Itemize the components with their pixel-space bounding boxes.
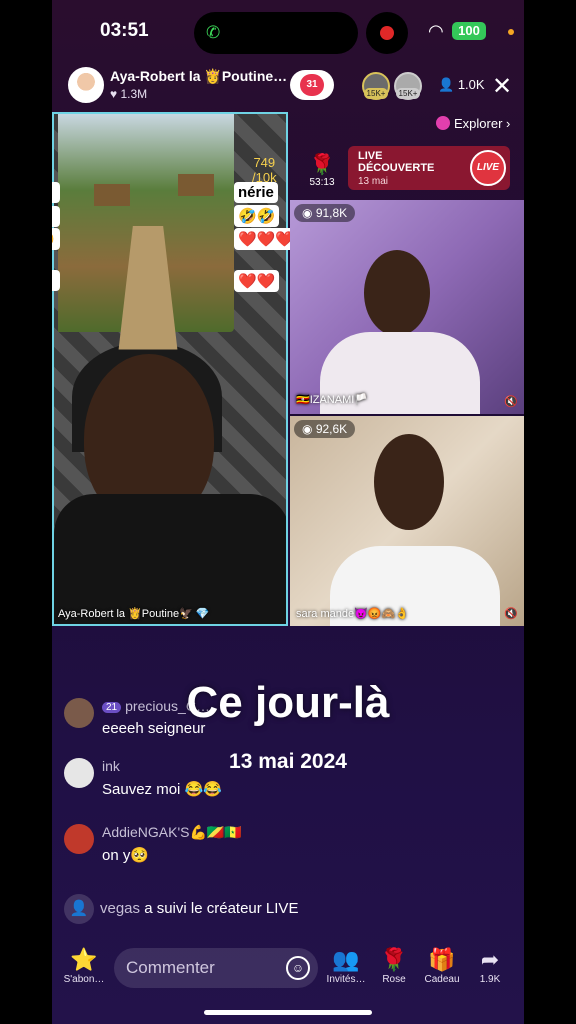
live-discovery-card[interactable]: LIVE DÉCOUVERTE 13 mai LIVE <box>348 146 510 190</box>
video-tile-guest-2[interactable]: ◉ 92,6K sara mande😈😡🙈👌 🔇 <box>290 416 524 626</box>
comment-field[interactable]: ☺ <box>114 948 318 988</box>
guest-1-label: 🇺🇬IZANAMI🏳️ <box>296 394 369 406</box>
follow-user: vegas <box>100 899 141 917</box>
privacy-dot <box>508 29 514 35</box>
gift-button[interactable]: 🎁 Cadeau <box>420 946 464 985</box>
battery-indicator: 100 <box>452 22 486 40</box>
recording-indicator <box>366 12 408 54</box>
host-avatar[interactable] <box>68 67 104 103</box>
live-screen: 03:51 ✆ ◠ 100 Aya-Robert la 👸Poutine… ♥ … <box>52 0 524 1024</box>
chat-text: on y🥺 <box>102 847 150 864</box>
host-name: Aya-Robert la 👸Poutine… <box>110 68 288 84</box>
overlay-title: Ce jour-là <box>186 678 390 727</box>
chat-text: Sauvez moi 😂😂 <box>102 781 222 798</box>
letterbox-left <box>0 0 52 1024</box>
guest-2-label: sara mande😈😡🙈👌 <box>296 608 409 620</box>
host-tile-label: Aya-Robert la 👸Poutine🦅 💎 <box>58 608 210 620</box>
top-viewer-badge-1: 15K+ <box>364 88 388 99</box>
overlay-text-6: 🤣🤣 <box>234 205 280 227</box>
rose-button[interactable]: 🌹 Rose <box>372 946 416 985</box>
overlay-text-1: F <box>52 182 60 203</box>
gift-goal-count[interactable]: 749 /10k <box>252 155 277 185</box>
chat-message[interactable]: AddieNGAK'S💪🇨🇬🇸🇳 on y🥺 <box>64 824 504 868</box>
chat-username: AddieNGAK'S💪🇨🇬🇸🇳 <box>102 824 242 840</box>
guest-2-viewers: ◉ 92,6K <box>294 420 356 438</box>
eye-icon: ◉ <box>302 422 316 436</box>
home-indicator[interactable] <box>204 1010 372 1015</box>
explore-icon <box>436 116 450 130</box>
letterbox-right <box>524 0 576 1024</box>
live-card-date: 13 mai <box>358 176 389 187</box>
comment-input[interactable] <box>126 948 276 988</box>
invite-button[interactable]: 👥 Invités… <box>324 946 368 985</box>
close-icon[interactable]: ✕ <box>492 72 512 101</box>
overlay-text-8: ❤️❤️ <box>234 270 280 292</box>
share-icon: ➦ <box>480 947 500 972</box>
guest-video-2 <box>374 434 444 530</box>
live-badge-icon: LIVE <box>470 150 506 186</box>
explorer-link[interactable]: Explorer › <box>436 116 510 131</box>
gift-icon: 🎁 <box>428 947 456 972</box>
overlay-date: 13 mai 2024 <box>229 750 347 773</box>
follow-button[interactable]: 31 <box>290 70 334 100</box>
person-icon: 👤 <box>438 77 458 92</box>
eye-icon: ◉ <box>302 206 316 220</box>
live-card-title: LIVE DÉCOUVERTE <box>358 150 435 174</box>
emoji-icon[interactable]: ☺ <box>286 956 310 980</box>
record-dot-icon <box>380 26 394 40</box>
bottom-bar: ⭐S'abon… ☺ 👥Invités… 🌹Rose 🎁Cadeau ➦1.9K <box>52 944 524 994</box>
overlay-text-2: d' <box>52 206 60 227</box>
dynamic-island: ✆ <box>194 12 358 54</box>
overlay-text-4: p <box>52 270 60 291</box>
share-button[interactable]: ➦ 1.9K <box>468 946 512 985</box>
status-time: 03:51 <box>100 20 149 41</box>
top-viewer-badge-2: 15K+ <box>396 88 420 99</box>
status-bar: 03:51 ✆ ◠ 100 <box>52 0 524 60</box>
overlay-text-7: ❤️❤️❤️ <box>234 228 299 250</box>
overlay-text-5: nérie <box>234 182 278 203</box>
viewer-count[interactable]: 👤 1.0K <box>438 77 485 93</box>
guest-1-viewers: ◉ 91,8K <box>294 204 356 222</box>
follow-event: 👤 vegas a suivi le créateur LIVE <box>64 894 298 924</box>
rose-icon: 🌹 <box>309 154 335 176</box>
follow-user-icon: 👤 <box>64 894 94 924</box>
rose-icon: 🌹 <box>380 947 408 972</box>
people-icon: 👥 <box>332 947 360 972</box>
guest-video-1 <box>364 250 430 336</box>
fan-club-badge: 31 <box>300 74 324 96</box>
avatar[interactable] <box>64 824 94 854</box>
mic-off-icon: 🔇 <box>504 608 518 620</box>
follow-text: a suivi le créateur LIVE <box>144 899 299 917</box>
overlay-text-3: 😊 <box>52 228 60 250</box>
wifi-icon: ◠ <box>428 21 444 41</box>
subscribe-button[interactable]: ⭐ S'abon… <box>62 946 106 985</box>
mic-off-icon: 🔇 <box>504 396 518 408</box>
village-image-overlay <box>58 114 234 350</box>
rose-timer[interactable]: 🌹 53:13 <box>306 152 338 188</box>
phone-icon: ✆ <box>206 23 221 42</box>
star-icon: ⭐ <box>70 947 98 972</box>
host-likes: ♥ 1.3M <box>110 87 148 101</box>
video-tile-guest-1[interactable]: ◉ 91,8K 🇺🇬IZANAMI🏳️ 🔇 <box>290 200 524 414</box>
